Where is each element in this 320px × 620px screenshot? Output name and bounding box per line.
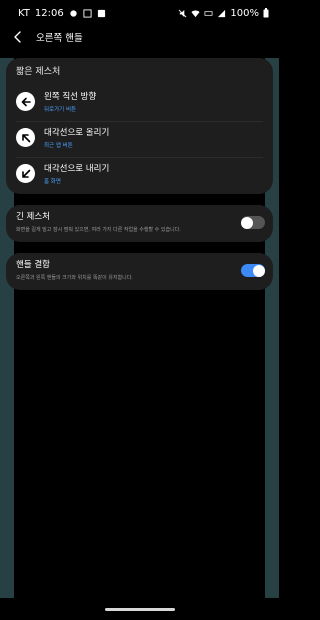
gesture-action: 최근 앱 버튼 [44,143,73,149]
carrier-label: KT [18,7,30,19]
top-app-bar: 오른쪽 핸들 [0,26,279,48]
long-gesture-toggle[interactable] [241,216,265,229]
gesture-label: 왼쪽 직선 방향 [44,92,97,102]
long-gesture-row[interactable]: 긴 제스처 화면을 길게 밀고 잠시 멈춰 있으면, 여러 가지 다른 작업을 … [6,205,273,242]
back-button[interactable] [0,26,36,48]
arrow-left-icon [16,92,35,111]
chevron-left-icon [14,31,21,43]
lte-icon [204,10,213,16]
home-gesture-handle[interactable] [104,607,175,611]
gesture-action: 홈 화면 [44,179,61,185]
arrow-up-left-icon [16,128,35,147]
battery-icon [263,8,269,18]
gesture-row-left-straight[interactable]: 왼쪽 직선 방향 뒤로가기 버튼 [6,86,273,120]
short-gestures-card: 짧은 제스처 왼쪽 직선 방향 뒤로가기 버튼 대각선으로 올리기 최근 앱 버… [6,58,273,194]
page-title: 오른쪽 핸들 [36,33,83,44]
gallery-icon [97,9,105,17]
wifi-icon [191,10,200,17]
handle-sync-description: 오른쪽과 왼쪽 핸들의 크기와 위치를 똑같이 유지합니다. [16,275,133,281]
screenshot-icon [83,8,92,18]
gesture-action: 뒤로가기 버튼 [44,107,77,113]
clock: 12:06 [34,7,64,19]
arrow-down-left-icon [16,164,35,183]
notification-icon [70,9,77,17]
gesture-label: 대각선으로 올리기 [44,128,110,138]
battery-percent: 100% [230,7,259,19]
long-gesture-description: 화면을 길게 밀고 잠시 멈춰 있으면, 여러 가지 다른 작업을 수행할 수 … [16,227,181,233]
gesture-row-diagonal-up[interactable]: 대각선으로 올리기 최근 앱 버튼 [6,122,273,156]
navigation-bar [0,598,279,620]
handle-sync-toggle[interactable] [241,264,265,277]
gesture-row-diagonal-down[interactable]: 대각선으로 내리기 홈 화면 [6,158,273,192]
short-gestures-header: 짧은 제스처 [16,67,61,77]
handle-sync-row[interactable]: 핸들 결합 오른쪽과 왼쪽 핸들의 크기와 위치를 똑같이 유지합니다. [6,253,273,290]
status-bar: KT 12:06 100% [0,0,279,26]
long-gesture-label: 긴 제스처 [16,212,50,222]
handle-sync-label: 핸들 결합 [16,260,50,270]
signal-icon [218,9,226,17]
mute-icon [178,9,187,17]
gesture-label: 대각선으로 내리기 [44,164,110,174]
